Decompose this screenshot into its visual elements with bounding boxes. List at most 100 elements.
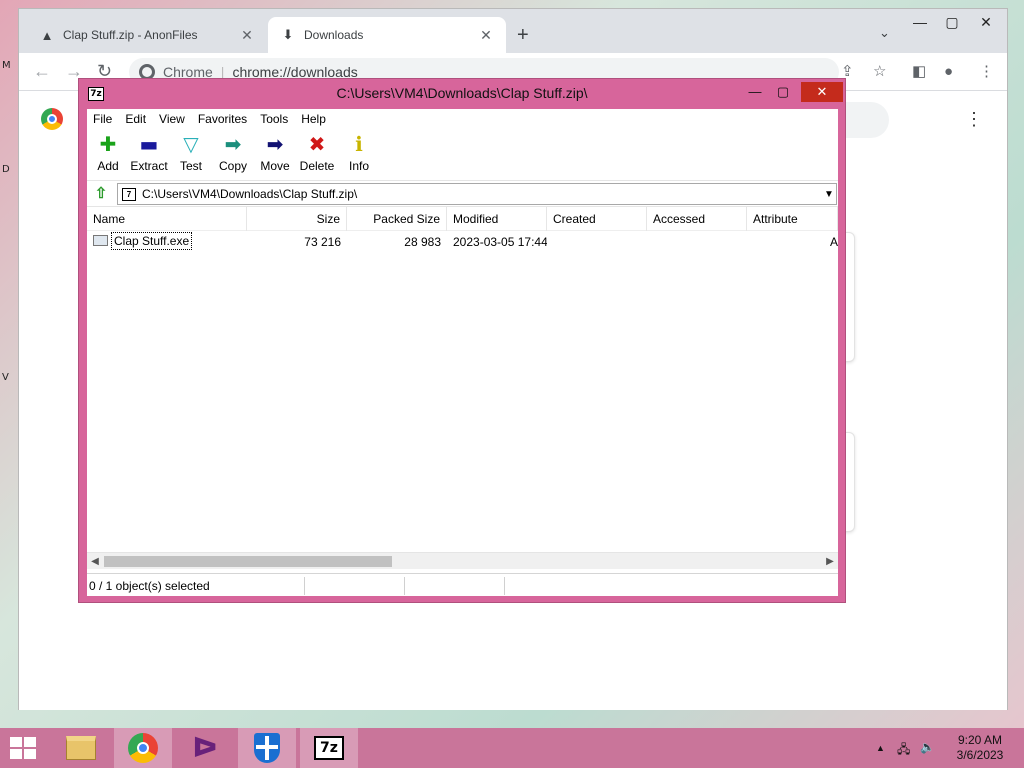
add-label: Add — [97, 159, 119, 173]
add-icon: ✚ — [99, 132, 117, 156]
taskbar-file-explorer[interactable] — [52, 728, 110, 768]
minimize-button[interactable]: — — [905, 11, 935, 33]
tab-close-icon[interactable]: ✕ — [239, 27, 255, 44]
taskbar-chrome[interactable] — [114, 728, 172, 768]
tab-close-icon[interactable]: ✕ — [478, 27, 494, 44]
start-button[interactable] — [10, 737, 38, 759]
cell-modified: 2023-03-05 17:44 — [453, 235, 547, 249]
menu-edit[interactable]: Edit — [125, 112, 146, 126]
status-cell — [405, 577, 505, 595]
sevenzip-icon: 7z — [314, 736, 344, 760]
tab-search-chevron-icon[interactable]: ⌄ — [879, 25, 890, 41]
chrome-icon — [128, 733, 158, 763]
visual-studio-icon: ᐅ — [192, 731, 218, 764]
column-header-accessed[interactable]: Accessed — [647, 207, 747, 231]
minimize-button[interactable]: — — [743, 82, 767, 102]
back-arrow-icon[interactable]: ← — [33, 62, 51, 80]
sevenzip-toolbar: ✚ Add ▬ Extract ▽ Test ➡ Copy ➡ Move ✖ D… — [87, 129, 838, 181]
side-panel-icon[interactable]: ◧ — [912, 64, 926, 79]
column-header-created[interactable]: Created — [547, 207, 647, 231]
status-bar: 0 / 1 object(s) selected — [87, 573, 838, 596]
add-button[interactable]: ✚ Add — [87, 133, 129, 173]
horizontal-scrollbar[interactable]: ◀ ▶ — [87, 552, 838, 569]
list-header: Name Size Packed Size Modified Created A… — [87, 207, 838, 231]
network-icon[interactable]: 🖧 — [897, 740, 910, 761]
scroll-left-icon[interactable]: ◀ — [87, 553, 103, 570]
extract-icon: ▬ — [139, 132, 159, 156]
test-button[interactable]: ▽ Test — [170, 133, 212, 173]
file-list: Name Size Packed Size Modified Created A… — [87, 207, 838, 552]
path-bar: ⇧ 7 C:\Users\VM4\Downloads\Clap Stuff.zi… — [87, 181, 838, 207]
extract-button[interactable]: ▬ Extract — [128, 133, 170, 173]
delete-label: Delete — [299, 159, 335, 173]
column-header-size[interactable]: Size — [247, 207, 347, 231]
menu-help[interactable]: Help — [301, 112, 326, 126]
column-header-packed-size[interactable]: Packed Size — [347, 207, 447, 231]
menu-tools[interactable]: Tools — [260, 112, 288, 126]
copy-label: Copy — [218, 159, 247, 173]
copy-button[interactable]: ➡ Copy — [212, 133, 254, 173]
taskbar-visual-studio[interactable]: ᐅ — [176, 728, 234, 768]
chrome-logo-icon — [41, 108, 63, 130]
cell-size: 73 216 — [304, 235, 341, 249]
bookmark-star-icon[interactable]: ☆ — [873, 64, 886, 79]
window-title: C:\Users\VM4\Downloads\Clap Stuff.zip\ — [336, 85, 588, 101]
cell-attributes: A — [829, 235, 838, 249]
cell-created — [547, 231, 647, 253]
scrollbar-thumb[interactable] — [104, 556, 392, 567]
column-header-attributes[interactable]: Attribute — [747, 207, 838, 231]
chevron-down-icon[interactable]: ▼ — [822, 189, 836, 200]
folder-up-icon[interactable]: ⇧ — [91, 185, 111, 203]
close-button[interactable]: ✕ — [971, 11, 1001, 33]
sevenzip-titlebar[interactable]: 7z C:\Users\VM4\Downloads\Clap Stuff.zip… — [79, 79, 845, 109]
chrome-menu-icon[interactable]: ⋮ — [979, 64, 994, 79]
tab-downloads[interactable]: ⬇ Downloads ✕ — [268, 17, 506, 53]
file-name: Clap Stuff.exe — [111, 231, 193, 250]
info-button[interactable]: ℹ Info — [338, 133, 380, 173]
table-row[interactable]: Clap Stuff.exe 73 216 28 983 2023-03-05 … — [87, 231, 838, 253]
taskbar-7zip[interactable]: 7z — [300, 728, 358, 768]
scroll-right-icon[interactable]: ▶ — [822, 553, 838, 570]
cell-name: Clap Stuff.exe — [87, 231, 247, 253]
test-label: Test — [179, 159, 202, 173]
new-tab-button[interactable]: + — [517, 25, 529, 45]
test-icon: ▽ — [183, 132, 199, 156]
menu-file[interactable]: File — [93, 112, 112, 126]
menu-favorites[interactable]: Favorites — [198, 112, 247, 126]
profile-avatar-icon[interactable]: ● — [944, 64, 953, 79]
cell-accessed — [647, 231, 747, 253]
copy-icon: ➡ — [224, 132, 242, 156]
taskbar-clock[interactable]: 9:20 AM 3/6/2023 — [940, 733, 1020, 763]
show-hidden-icons-chevron-icon[interactable]: ▲ — [876, 743, 885, 753]
maximize-button[interactable]: ▢ — [771, 82, 795, 102]
desktop-icon-fragment: M — [2, 60, 11, 71]
cell-packed-size: 28 983 — [404, 235, 441, 249]
defender-shield-icon — [254, 733, 280, 763]
taskbar-defender[interactable] — [238, 728, 296, 768]
tab-anonfiles[interactable]: ▲ Clap Stuff.zip - AnonFiles ✕ — [27, 17, 267, 53]
volume-icon[interactable]: 🔈 — [920, 740, 935, 754]
clock-time: 9:20 AM — [957, 733, 1003, 747]
page-more-icon[interactable]: ⋮ — [965, 110, 983, 128]
maximize-button[interactable]: ▢ — [937, 11, 967, 33]
extract-label: Extract — [130, 159, 168, 173]
delete-icon: ✖ — [308, 132, 326, 156]
clock-date: 3/6/2023 — [956, 748, 1004, 762]
file-explorer-icon — [66, 736, 96, 760]
status-selection: 0 / 1 object(s) selected — [87, 577, 305, 595]
column-header-modified[interactable]: Modified — [447, 207, 547, 231]
menu-view[interactable]: View — [159, 112, 185, 126]
share-icon[interactable]: ⇪ — [841, 64, 854, 79]
anonfiles-icon: ▲ — [40, 27, 54, 43]
taskbar: ᐅ 7z ▲ 🖧 🔈 9:20 AM 3/6/2023 — [0, 728, 1024, 768]
tab-title: Downloads — [304, 28, 364, 42]
move-label: Move — [260, 159, 290, 173]
column-header-name[interactable]: Name — [87, 207, 247, 231]
desktop-icon-fragment: D — [2, 164, 10, 175]
close-button[interactable]: ✕ — [801, 82, 843, 102]
delete-button[interactable]: ✖ Delete — [296, 133, 338, 173]
move-button[interactable]: ➡ Move — [254, 133, 296, 173]
path-combobox[interactable]: 7 C:\Users\VM4\Downloads\Clap Stuff.zip\… — [117, 183, 837, 205]
download-icon: ⬇ — [282, 27, 294, 42]
desktop-icon-fragment: V — [2, 372, 9, 383]
